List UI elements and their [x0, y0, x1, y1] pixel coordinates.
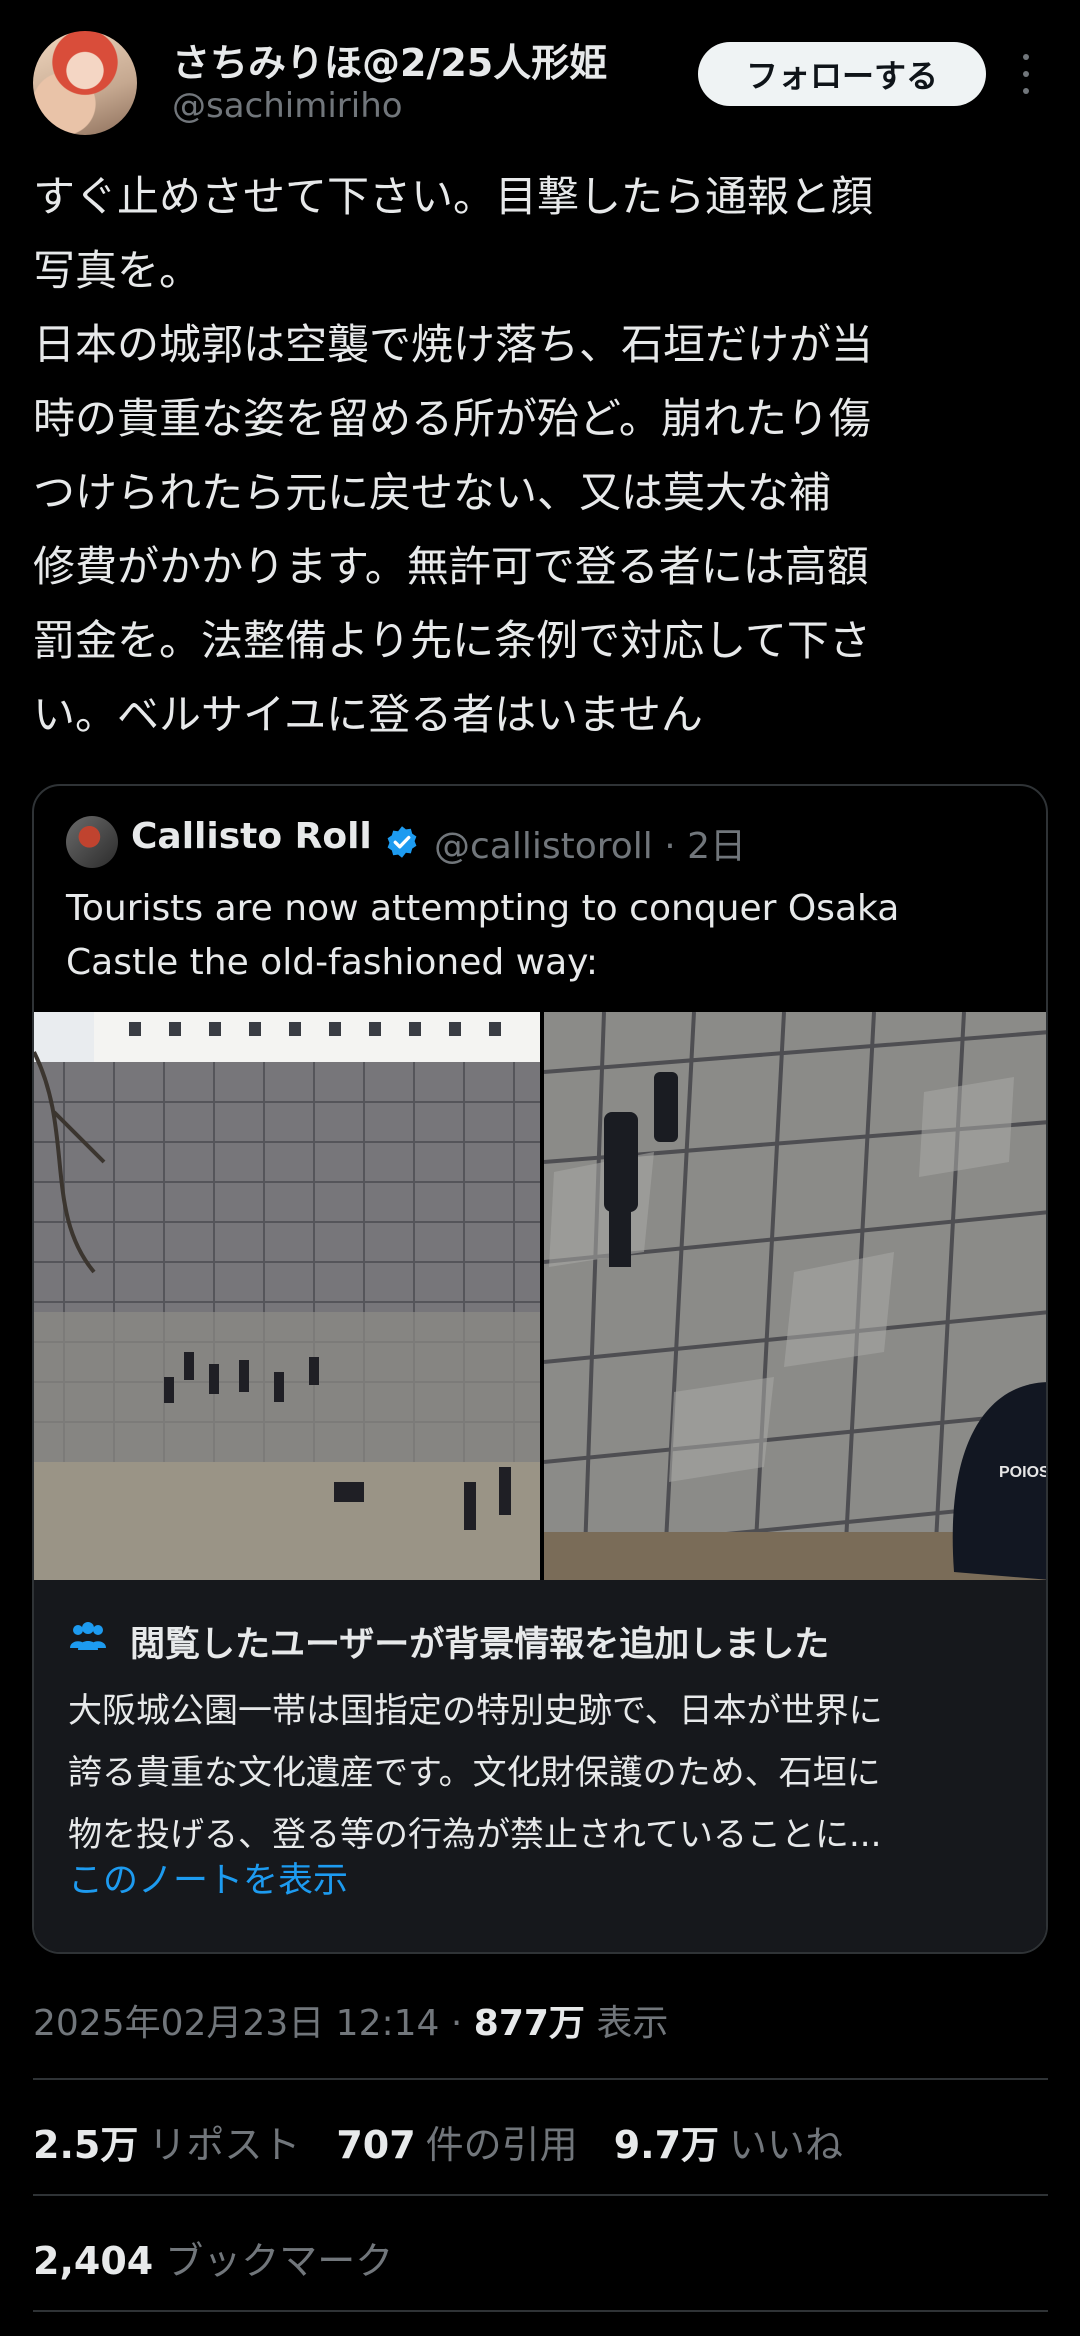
author-display-name[interactable]: さちみりほ@2/25人形姫 — [172, 32, 607, 87]
views-label: 表示 — [584, 2003, 669, 2044]
reposts-label: リポスト — [148, 2123, 301, 2167]
community-note-title: 閲覧したユーザーが背景情報を追加しました — [130, 1625, 830, 1665]
quoted-author-avatar[interactable] — [66, 816, 118, 868]
tweet-line: 罰金を。法整備より先に条例で対応して下さ — [33, 616, 871, 665]
castle-wall-photo-wide[interactable] — [34, 1012, 540, 1580]
quoted-text-line: Tourists are now attempting to conquer O… — [66, 888, 900, 929]
police-badge-text: POIOS — [999, 1464, 1048, 1481]
tweet-header: さちみりほ@2/25人形姫 @sachimiriho フォローする — [0, 0, 1080, 160]
note-line: 誇る貴重な文化遺産です。文化財保護のため、石垣に — [68, 1753, 881, 1793]
reposts-stat[interactable]: 2.5万 リポスト — [33, 2114, 300, 2169]
views-count: 877万 — [473, 2003, 585, 2044]
verified-badge-icon — [387, 826, 417, 858]
tweet-line: すぐ止めさせて下さい。目撃したら通報と顔 — [33, 172, 874, 221]
quoted-tweet-card[interactable]: Callisto Roll @callistoroll · 2日 Tourist… — [32, 784, 1048, 1954]
tweet-line: い。ベルサイユに登る者はいません — [33, 690, 703, 739]
quoted-tweet-text: Tourists are now attempting to conquer O… — [66, 882, 1026, 990]
quoted-author-name[interactable]: Callisto Roll — [131, 816, 372, 857]
divider — [33, 2078, 1048, 2080]
engagement-stats: 2.5万 リポスト 707 件の引用 9.7万 いいね — [33, 2114, 843, 2169]
people-icon — [70, 1622, 106, 1650]
likes-count: 9.7万 — [613, 2123, 720, 2167]
bookmarks-stat[interactable]: 2,404 ブックマーク — [33, 2230, 393, 2285]
tweet-datetime[interactable]: 2025年02月23日 12:14 · — [33, 2003, 474, 2044]
quotes-count: 707 — [336, 2123, 416, 2167]
more-options-icon[interactable] — [1016, 54, 1036, 94]
castle-wall-photo-wide-image — [34, 1012, 540, 1580]
reposts-count: 2.5万 — [33, 2123, 139, 2167]
bookmarks-count: 2,404 — [33, 2239, 154, 2283]
likes-stat[interactable]: 9.7万 いいね — [614, 2114, 843, 2169]
bookmarks-label: ブックマーク — [165, 2239, 394, 2283]
castle-wall-photo-closeup-image: POIOS — [544, 1012, 1048, 1580]
note-line: 大阪城公園一帯は国指定の特別史跡で、日本が世界に — [68, 1691, 883, 1731]
castle-wall-photo-closeup[interactable]: POIOS — [544, 1012, 1048, 1580]
tweet-line: 写真を。 — [33, 246, 202, 295]
tweet-line: 修費がかかります。無許可で登る者には高額 — [33, 542, 869, 591]
tweet-timestamp: 2025年02月23日 12:14 · 877万 表示 — [33, 1994, 668, 2046]
quotes-label: 件の引用 — [425, 2123, 578, 2167]
tweet-line: つけられたら元に戻せない、又は莫大な補 — [33, 468, 832, 517]
tweet-text: すぐ止めさせて下さい。目撃したら通報と顔 写真を。 日本の城郭は空襲で焼け落ち、… — [33, 160, 1048, 752]
quoted-text-line: Castle the old-fashioned way: — [66, 942, 598, 983]
divider — [33, 2194, 1048, 2196]
author-handle[interactable]: @sachimiriho — [172, 86, 403, 126]
community-note: 閲覧したユーザーが背景情報を追加しました 大阪城公園一帯は国指定の特別史跡で、日… — [34, 1580, 1046, 1952]
author-avatar[interactable] — [33, 31, 137, 135]
show-note-link[interactable]: このノートを表示 — [68, 1852, 348, 1903]
follow-button[interactable]: フォローする — [698, 42, 986, 106]
quoted-author-handle-time[interactable]: @callistoroll · 2日 — [434, 817, 746, 869]
quotes-stat[interactable]: 707 件の引用 — [336, 2114, 577, 2169]
tweet-line: 時の貴重な姿を留める所が殆ど。崩れたり傷 — [33, 394, 871, 443]
divider — [33, 2310, 1048, 2312]
community-note-body: 大阪城公園一帯は国指定の特別史跡で、日本が世界に 誇る貴重な文化遺産です。文化財… — [68, 1680, 1028, 1866]
likes-label: いいね — [729, 2123, 844, 2167]
tweet-line: 日本の城郭は空襲で焼け落ち、石垣だけが当 — [33, 320, 874, 369]
